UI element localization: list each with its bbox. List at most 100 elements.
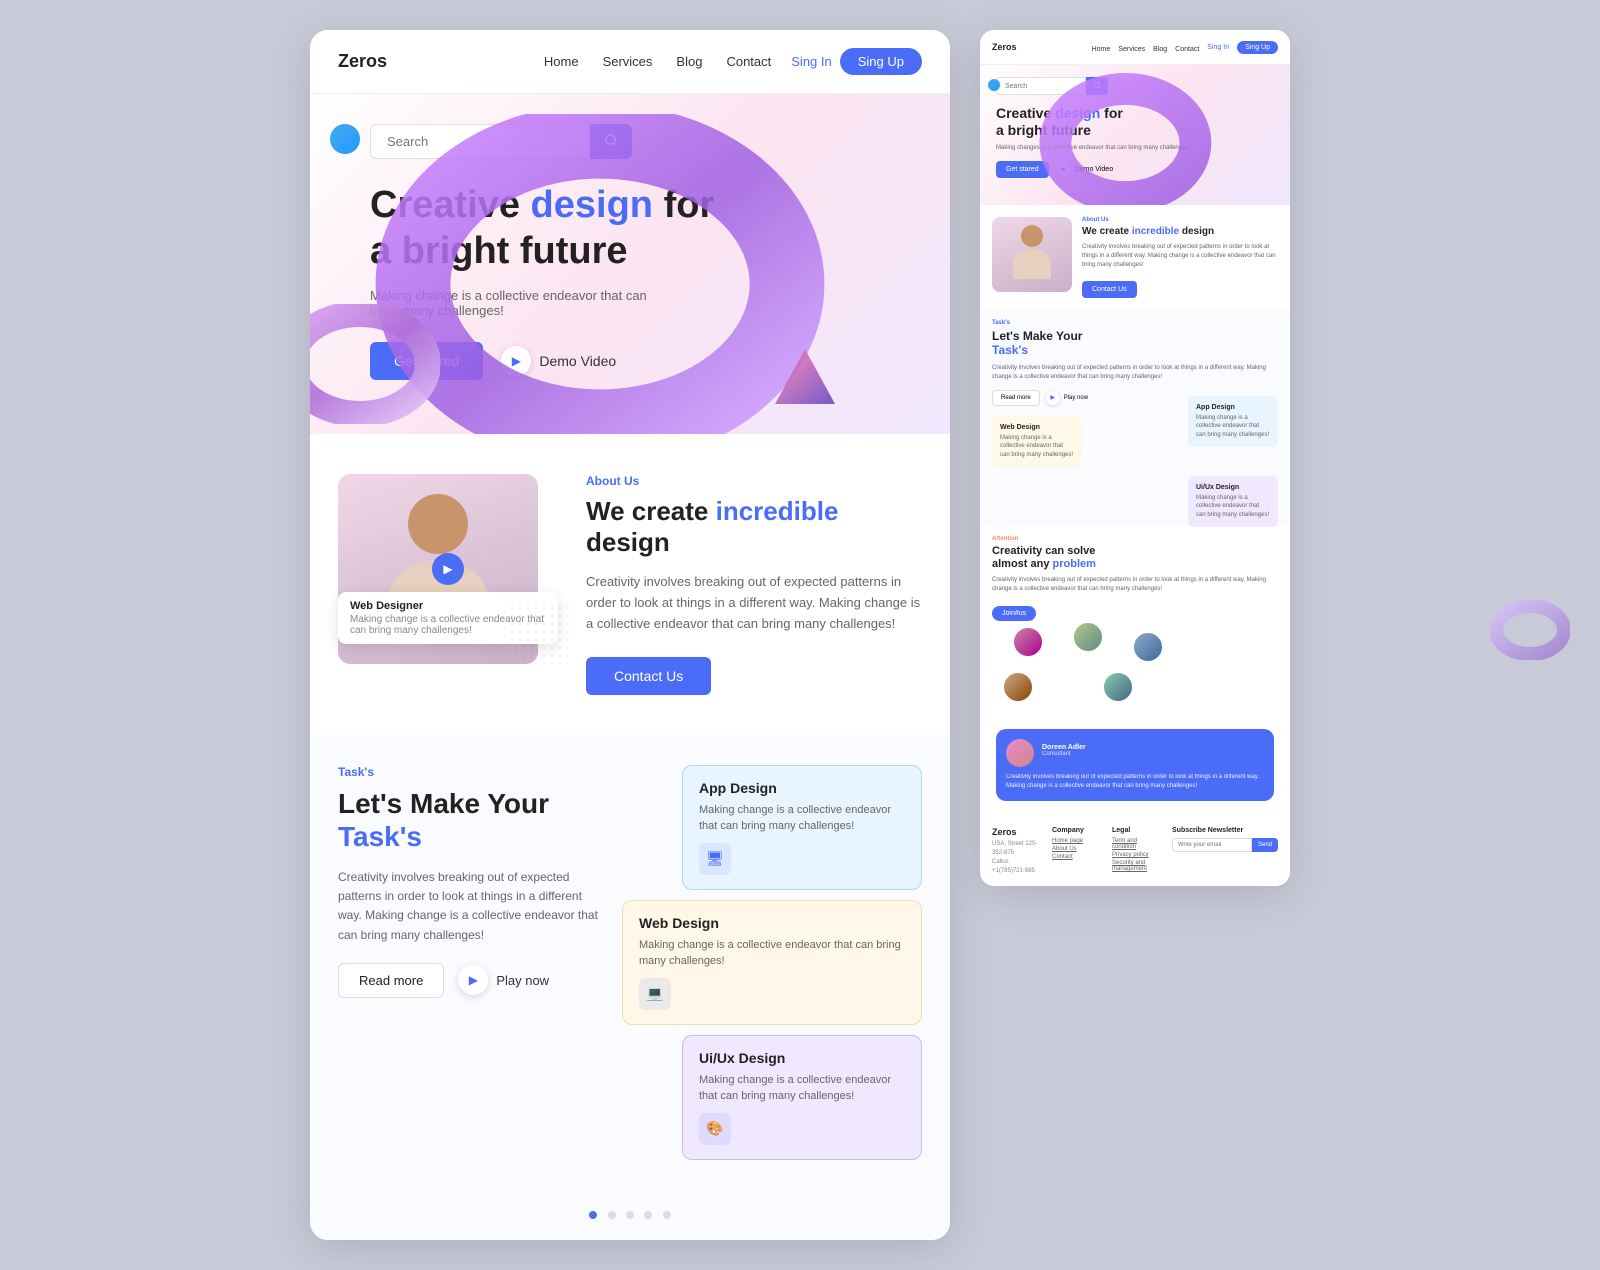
mini-avatar-5 [1102, 671, 1134, 703]
mini-nav-links: Home Services Blog Contact [1092, 38, 1200, 56]
mini-footer: Zeros USA, Street 125-352-875 Callus +1(… [980, 817, 1290, 886]
mini-about-label: About Us [1082, 217, 1278, 223]
mini-footer-legal-link-2[interactable]: Privacy policy [1112, 852, 1158, 858]
about-title: We create incredible design [586, 496, 922, 558]
mini-web-card: Web Design Making change is a collective… [992, 416, 1082, 467]
mini-testimonial: Doreen Adler Consultant Creativity invol… [996, 729, 1274, 801]
torus-left-icon [310, 304, 440, 424]
mini-testi-author: Doreen Adler Consultant [1006, 739, 1264, 767]
tasks-label: Task's [338, 765, 598, 779]
mini-avatars [992, 621, 1278, 711]
dot-3 [626, 1211, 634, 1219]
mini-tasks-section: Task's Let's Make YourTask's Creativity … [980, 310, 1290, 526]
mini-signup-button[interactable]: Sing Up [1237, 41, 1278, 54]
mini-play-now-button[interactable]: ▶ Play now [1046, 391, 1088, 405]
mini-footer-newsletter-heading: Subscribe Newsletter [1172, 827, 1278, 834]
mini-tasks-label: Task's [992, 320, 1278, 326]
mini-about-text: Creativity involves breaking out of expe… [1082, 243, 1278, 270]
mini-about-section: About Us We create incredible design Cre… [980, 205, 1290, 310]
mini-nav-services[interactable]: Services [1118, 46, 1145, 53]
mini-newsletter-input[interactable] [1172, 838, 1252, 852]
mini-footer-company-link-3[interactable]: Contact [1052, 854, 1098, 860]
tasks-title: Let's Make Your Task's [338, 787, 598, 854]
play-now-button[interactable]: ▶ Play now [458, 965, 549, 995]
mini-card: Zeros Home Services Blog Contact Sing In… [980, 30, 1290, 886]
mini-avatar-4 [1002, 671, 1034, 703]
read-more-button[interactable]: Read more [338, 963, 444, 998]
ui-card-icon: 🎨 [699, 1113, 731, 1145]
mini-nav-contact[interactable]: Contact [1175, 46, 1199, 53]
web-card-icon: 💻 [639, 978, 671, 1010]
mini-footer-legal-link-3[interactable]: Security and management [1112, 860, 1158, 872]
mini-footer-legal: Legal Term and condition Privacy policy … [1112, 827, 1158, 876]
mini-avatar-3 [1132, 631, 1164, 663]
contact-us-button[interactable]: Contact Us [586, 657, 711, 695]
nav-services[interactable]: Services [603, 54, 653, 69]
mini-app-card: App Design Making change is a collective… [1188, 396, 1278, 447]
mini-about-title: We create incredible design [1082, 226, 1278, 238]
about-content: About Us We create incredible design Cre… [586, 474, 922, 695]
nav-links: Home Services Blog Contact [544, 53, 771, 71]
play-now-icon: ▶ [458, 965, 488, 995]
mini-read-more-button[interactable]: Read more [992, 390, 1040, 406]
prism-icon [770, 344, 840, 414]
nav-home[interactable]: Home [544, 54, 579, 69]
logo: Zeros [338, 51, 387, 72]
mini-signin-button[interactable]: Sing In [1207, 44, 1229, 51]
signin-button[interactable]: Sing In [791, 54, 831, 69]
mini-about-content: About Us We create incredible design Cre… [1082, 217, 1278, 298]
page-dots [310, 1190, 950, 1240]
dot-1 [589, 1211, 597, 1219]
mini-footer-company-link-1[interactable]: Home page [1052, 838, 1098, 844]
mini-newsletter-send-button[interactable]: Send [1252, 838, 1278, 852]
mini-nav-home[interactable]: Home [1092, 46, 1111, 53]
mini-footer-address: USA, Street 125-352-875 [992, 840, 1038, 858]
ui-design-card: Ui/Ux Design Making change is a collecti… [682, 1035, 922, 1160]
mini-footer-newsletter: Subscribe Newsletter Send [1172, 827, 1278, 876]
mini-footer-company: Company Home page About Us Contact [1052, 827, 1098, 876]
tasks-layout: Task's Let's Make Your Task's Creativity… [338, 765, 922, 1160]
tasks-left: Task's Let's Make Your Task's Creativity… [338, 765, 598, 1160]
nav-blog[interactable]: Blog [676, 54, 702, 69]
tasks-text: Creativity involves breaking out of expe… [338, 868, 598, 945]
mini-footer-legal-link-1[interactable]: Term and condition [1112, 838, 1158, 850]
signup-button[interactable]: Sing Up [840, 48, 922, 75]
mini-nav-blog[interactable]: Blog [1153, 46, 1167, 53]
about-image-wrap: ▶ Web Designer Making change is a collec… [338, 474, 558, 664]
dot-5 [663, 1211, 671, 1219]
mini-person-head [1021, 225, 1043, 247]
navbar: Zeros Home Services Blog Contact Sing In… [310, 30, 950, 94]
mini-navbar: Zeros Home Services Blog Contact Sing In… [980, 30, 1290, 65]
mini-tasks-title: Let's Make YourTask's [992, 329, 1278, 358]
mini-testi-avatar [1006, 739, 1034, 767]
mini-tasks-text: Creativity involves breaking out of expe… [992, 364, 1278, 382]
mini-footer-brand: Zeros USA, Street 125-352-875 Callus +1(… [992, 827, 1038, 876]
mini-footer-company-link-2[interactable]: About Us [1052, 846, 1098, 852]
mini-join-button[interactable]: Join#us [992, 606, 1036, 621]
about-section: ▶ Web Designer Making change is a collec… [310, 434, 950, 735]
nav-contact[interactable]: Contact [726, 54, 771, 69]
mini-footer-phone: Callus +1(785)721-985 [992, 858, 1038, 876]
dot-2 [608, 1211, 616, 1219]
app-design-card: App Design Making change is a collective… [682, 765, 922, 890]
mini-testimonial-wrap: Doreen Adler Consultant Creativity invol… [980, 729, 1290, 817]
web-design-card: Web Design Making change is a collective… [622, 900, 922, 1025]
mini-footer-company-heading: Company [1052, 827, 1098, 834]
mini-team-section: Attention Creativity can solvealmost any… [980, 526, 1290, 721]
about-play-icon[interactable]: ▶ [432, 553, 464, 585]
task-cards: App Design Making change is a collective… [622, 765, 922, 1160]
mini-task-cards-container: Web Design Making change is a collective… [992, 416, 1278, 516]
mini-about-image [992, 217, 1072, 292]
mini-avatar-2 [1072, 621, 1104, 653]
about-label: About Us [586, 474, 922, 488]
dot-pattern [508, 604, 568, 664]
mini-hero-section: Creative design fora bright future Makin… [980, 65, 1290, 205]
mini-attention-title: Creativity can solvealmost any problem [992, 545, 1278, 571]
about-text: Creativity involves breaking out of expe… [586, 572, 922, 634]
mini-testi-role: Consultant [1042, 751, 1086, 757]
person-head [408, 494, 468, 554]
mini-testi-name: Doreen Adler [1042, 744, 1086, 751]
mini-contact-button[interactable]: Contact Us [1082, 281, 1137, 298]
app-card-icon: 🖥 [699, 843, 731, 875]
tasks-section: Task's Let's Make Your Task's Creativity… [310, 735, 950, 1190]
